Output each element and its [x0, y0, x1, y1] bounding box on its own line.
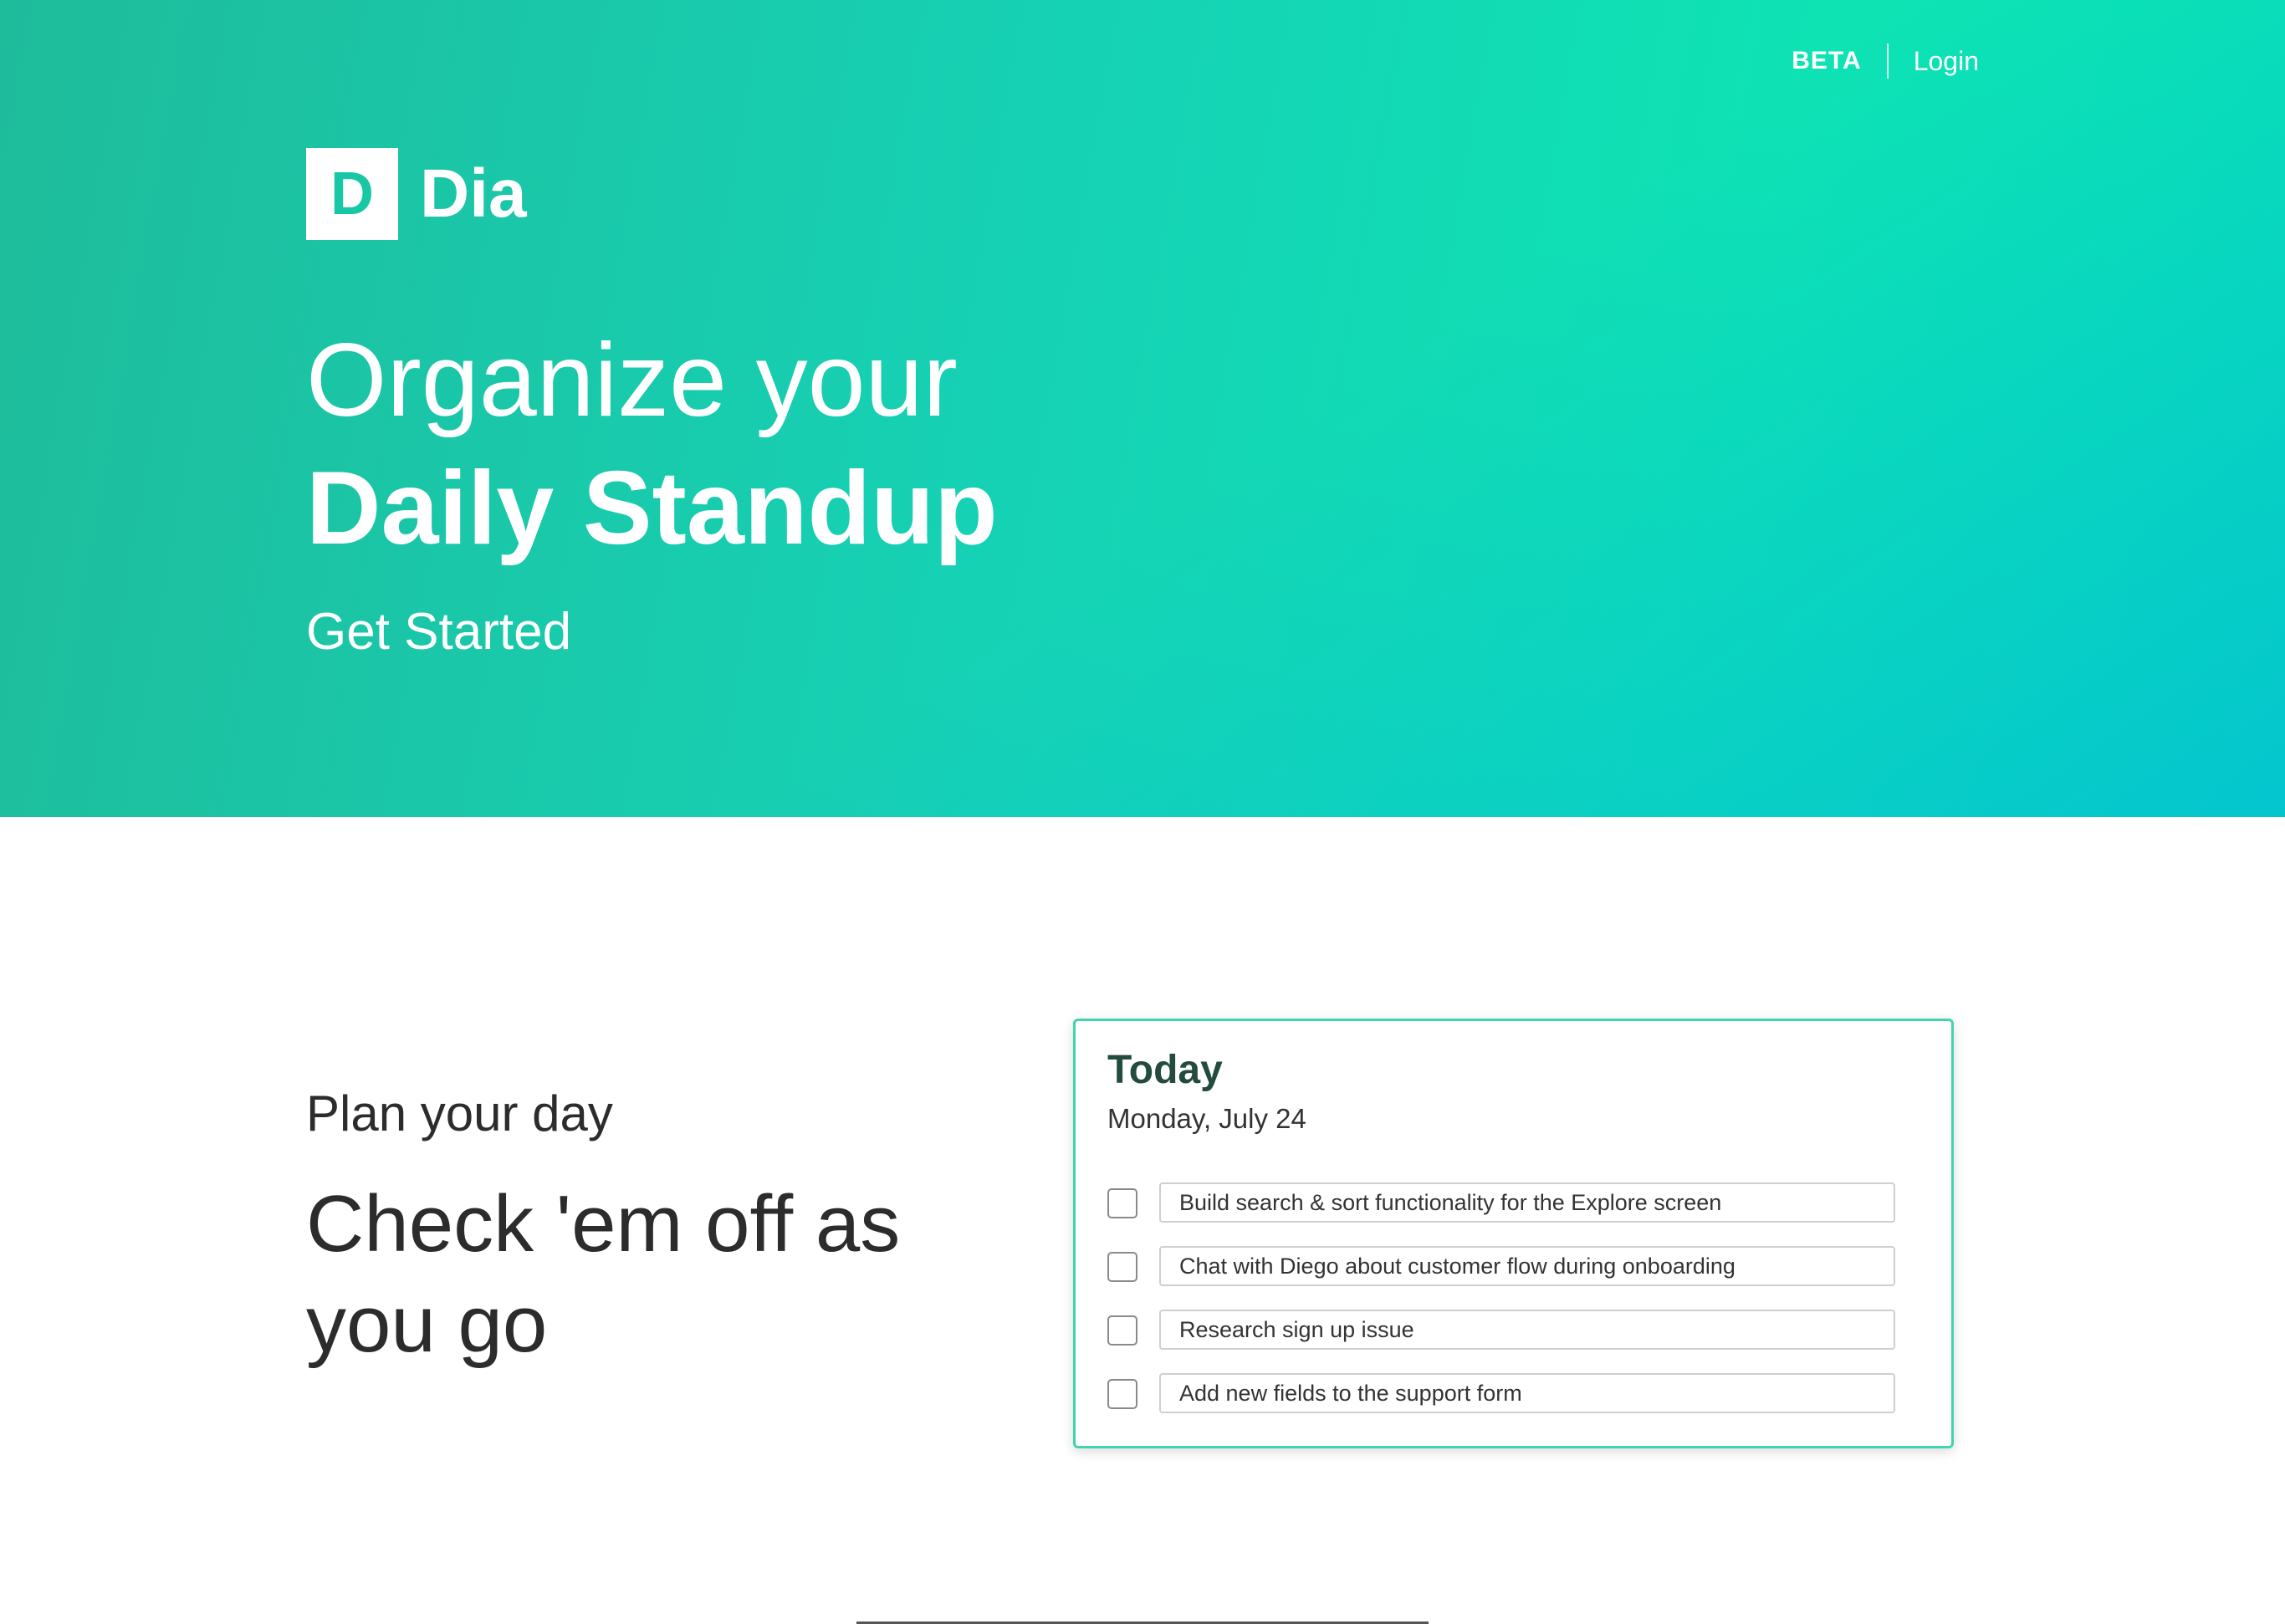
- task-checkbox[interactable]: [1107, 1379, 1137, 1409]
- feature-title: Check 'em off as you go: [306, 1179, 901, 1369]
- task-text-field[interactable]: Research sign up issue: [1159, 1310, 1895, 1350]
- top-nav: BETA Login: [1792, 43, 1979, 79]
- task-item: Add new fields to the support form: [1107, 1373, 1895, 1415]
- today-card: Today Monday, July 24 Build search & sor…: [1073, 1019, 1954, 1448]
- feature-subtitle: Plan your day: [306, 1085, 613, 1141]
- task-checkbox[interactable]: [1107, 1188, 1137, 1218]
- task-item: Research sign up issue: [1107, 1310, 1895, 1351]
- task-checkbox[interactable]: [1107, 1315, 1137, 1346]
- task-text-field[interactable]: Add new fields to the support form: [1159, 1373, 1895, 1413]
- card-title: Today: [1107, 1048, 1223, 1092]
- hero-headline-bold: Daily Standup: [306, 451, 998, 566]
- logo[interactable]: D Dia: [306, 148, 527, 240]
- logo-mark: D: [306, 148, 398, 240]
- hero-section: BETA Login D Dia Organize your Daily Sta…: [0, 0, 2285, 817]
- get-started-link[interactable]: Get Started: [306, 600, 571, 664]
- task-checkbox[interactable]: [1107, 1252, 1137, 1282]
- logo-text: Dia: [420, 156, 527, 232]
- beta-label: BETA: [1792, 47, 1862, 74]
- task-text-field[interactable]: Build search & sort functionality for th…: [1159, 1182, 1895, 1223]
- task-item: Build search & sort functionality for th…: [1107, 1182, 1895, 1224]
- task-text-field[interactable]: Chat with Diego about customer flow duri…: [1159, 1246, 1895, 1286]
- card-date: Monday, July 24: [1107, 1103, 1306, 1134]
- login-link[interactable]: Login: [1914, 46, 1979, 77]
- nav-divider: [1886, 43, 1889, 79]
- hero-headline-light: Organize your: [306, 323, 958, 438]
- task-item: Chat with Diego about customer flow duri…: [1107, 1246, 1895, 1288]
